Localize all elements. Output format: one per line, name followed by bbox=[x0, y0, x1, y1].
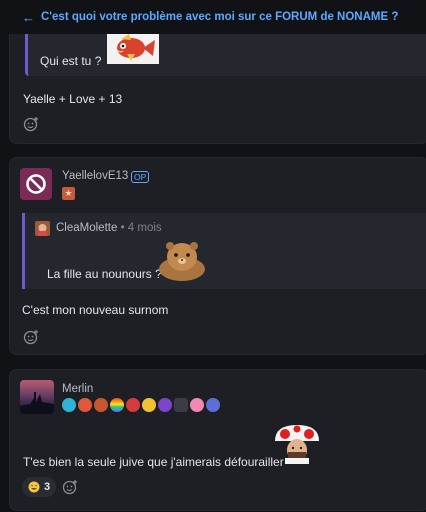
sunset-avatar[interactable] bbox=[20, 380, 54, 414]
user-badges bbox=[62, 398, 220, 412]
topic-title[interactable]: C'est quoi votre problème avec moi sur c… bbox=[41, 11, 398, 23]
quote-author[interactable]: CleaMolette • 4 mois bbox=[56, 222, 162, 234]
post-body: Yaelle + Love + 13 bbox=[23, 92, 123, 106]
quote-meta: • 4 mois bbox=[120, 222, 162, 234]
rank-badge-icon: ★ bbox=[62, 187, 75, 200]
magikarp-sticker bbox=[107, 34, 159, 64]
reaction-pill[interactable]: 3 bbox=[22, 477, 57, 497]
hamster-sticker bbox=[159, 242, 205, 281]
laughing-emoji-icon bbox=[28, 481, 40, 493]
post-card: YaellelovE13 OP ★ CleaMolette • 4 mois L… bbox=[9, 157, 426, 355]
quote-text: Qui est tu ? bbox=[40, 54, 102, 68]
arrow-left-icon[interactable]: ← bbox=[22, 10, 35, 25]
add-reaction-icon[interactable] bbox=[62, 479, 78, 495]
post-body: T'es bien la seule juive que j'aimerais … bbox=[23, 455, 284, 469]
badge-icon[interactable] bbox=[158, 398, 172, 412]
quote-block: Qui est tu ? bbox=[25, 34, 426, 76]
post-card: Merlin T'es bien la seule juive que j'ai… bbox=[9, 369, 426, 511]
quote-block: CleaMolette • 4 mois La fille au nounour… bbox=[22, 213, 426, 289]
badge-icon[interactable] bbox=[142, 398, 156, 412]
badge-icon[interactable] bbox=[94, 398, 108, 412]
badge-icon[interactable] bbox=[206, 398, 220, 412]
post-author[interactable]: YaellelovE13 bbox=[62, 170, 128, 182]
op-badge: OP bbox=[131, 171, 150, 183]
reaction-count: 3 bbox=[44, 481, 51, 493]
quote-text: La fille au nounours ? bbox=[47, 267, 162, 281]
post-card: Qui est tu ? Yaelle + Love + 13 bbox=[9, 34, 426, 144]
quote-author-avatar[interactable] bbox=[35, 221, 50, 236]
badge-icon[interactable] bbox=[174, 398, 188, 412]
post-author[interactable]: Merlin bbox=[62, 383, 93, 395]
blocked-avatar-icon[interactable] bbox=[20, 168, 52, 200]
mushroom-man-sticker bbox=[275, 425, 319, 464]
badge-icon[interactable] bbox=[78, 398, 92, 412]
add-reaction-icon[interactable] bbox=[23, 116, 39, 132]
badge-icon[interactable] bbox=[110, 398, 124, 412]
post-body: C'est mon nouveau surnom bbox=[22, 303, 169, 317]
badge-icon[interactable] bbox=[62, 398, 76, 412]
badge-icon[interactable] bbox=[126, 398, 140, 412]
add-reaction-icon[interactable] bbox=[23, 329, 39, 345]
topic-header: ← C'est quoi votre problème avec moi sur… bbox=[0, 0, 426, 34]
badge-icon[interactable] bbox=[190, 398, 204, 412]
